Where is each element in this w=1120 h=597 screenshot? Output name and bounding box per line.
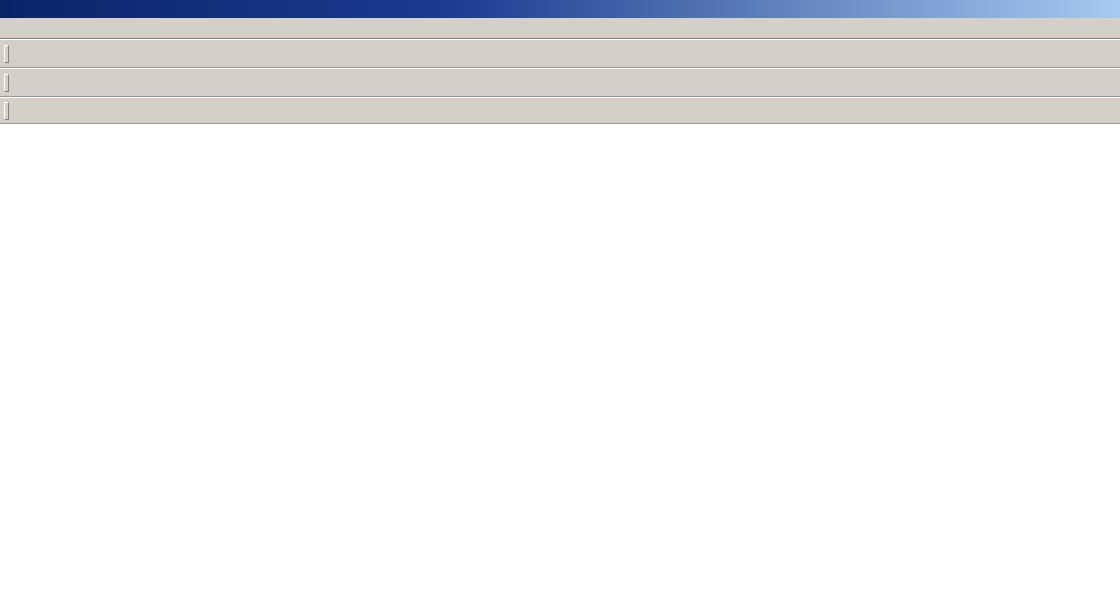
toolbar-grip[interactable] (4, 73, 9, 92)
toolbar-nav (0, 68, 1120, 97)
toolbar-grip[interactable] (4, 101, 9, 120)
toolbar-draw (0, 97, 1120, 124)
toolbar-grip[interactable] (4, 44, 9, 63)
toolbar-main (0, 39, 1120, 68)
menu-bar (0, 18, 1120, 39)
chart-area[interactable] (0, 124, 1120, 597)
app-window (0, 0, 1120, 597)
kline-chart[interactable] (0, 124, 1120, 597)
title-bar (0, 0, 1120, 18)
